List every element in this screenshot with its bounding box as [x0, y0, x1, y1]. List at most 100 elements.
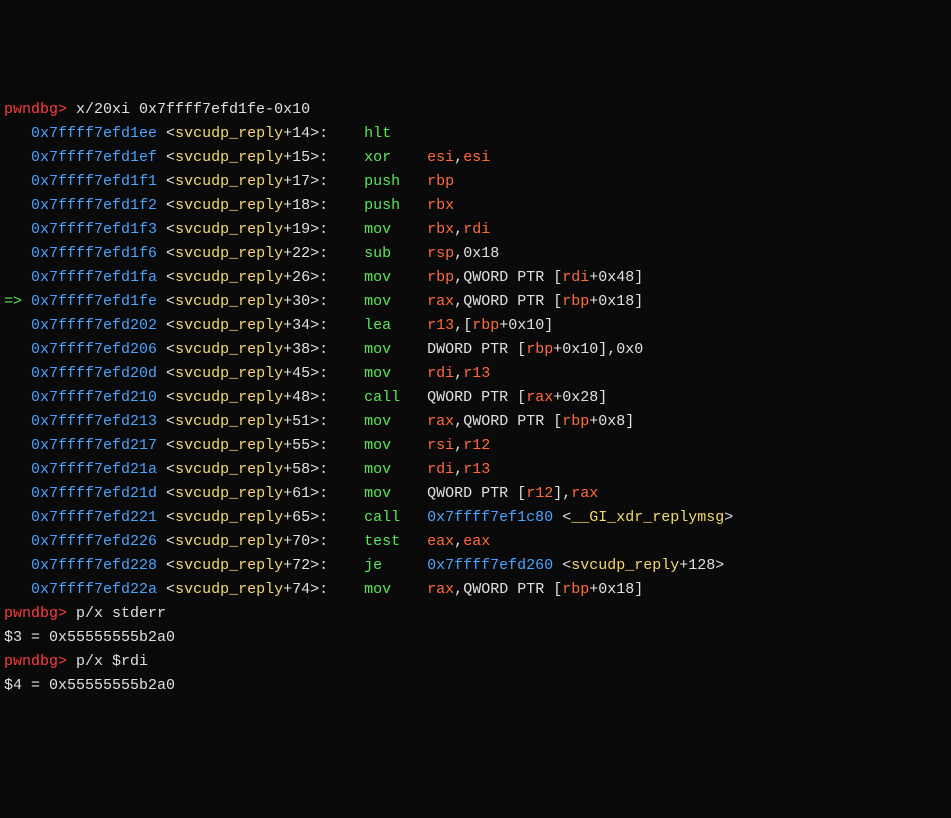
register: rbp	[562, 413, 589, 430]
instruction-address: 0x7ffff7efd21a	[31, 461, 157, 478]
disasm-line: 0x7ffff7efd226 <svcudp_reply+70>: test e…	[4, 530, 947, 554]
register: rsi	[427, 437, 454, 454]
symbol-name: svcudp_reply	[175, 149, 283, 166]
immediate: 0x18	[598, 293, 634, 310]
symbol-offset: 58	[292, 461, 310, 478]
result-value: $4 = 0x55555555b2a0	[4, 677, 175, 694]
mnemonic: call	[364, 389, 427, 406]
register: rbp	[562, 293, 589, 310]
mnemonic: xor	[364, 149, 427, 166]
disasm-line: 0x7ffff7efd21d <svcudp_reply+61>: mov QW…	[4, 482, 947, 506]
instruction-address: 0x7ffff7efd1ee	[31, 125, 157, 142]
instruction-address: 0x7ffff7efd1ef	[31, 149, 157, 166]
prompt: pwndbg>	[4, 101, 67, 118]
mnemonic: mov	[364, 365, 427, 382]
disasm-line: 0x7ffff7efd221 <svcudp_reply+65>: call 0…	[4, 506, 947, 530]
disasm-line: 0x7ffff7efd22a <svcudp_reply+74>: mov ra…	[4, 578, 947, 602]
prompt: pwndbg>	[4, 653, 67, 670]
register: r12	[463, 437, 490, 454]
symbol-name: svcudp_reply	[175, 317, 283, 334]
mnemonic: push	[364, 197, 427, 214]
disasm-line: 0x7ffff7efd210 <svcudp_reply+48>: call Q…	[4, 386, 947, 410]
register: eax	[463, 533, 490, 550]
symbol-name: svcudp_reply	[175, 341, 283, 358]
instruction-address: 0x7ffff7efd22a	[31, 581, 157, 598]
disasm-line: 0x7ffff7efd20d <svcudp_reply+45>: mov rd…	[4, 362, 947, 386]
immediate: 0x10	[562, 341, 598, 358]
register: esi	[427, 149, 454, 166]
instruction-address: 0x7ffff7efd210	[31, 389, 157, 406]
symbol-offset: 19	[292, 221, 310, 238]
symbol-offset: 72	[292, 557, 310, 574]
immediate: 0x48	[598, 269, 634, 286]
mnemonic: mov	[364, 437, 427, 454]
mnemonic: mov	[364, 581, 427, 598]
register: rax	[427, 581, 454, 598]
mnemonic: je	[364, 557, 427, 574]
register: rax	[427, 293, 454, 310]
command-line[interactable]: pwndbg> p/x $rdi	[4, 650, 947, 674]
mnemonic: mov	[364, 293, 427, 310]
symbol-offset: 48	[292, 389, 310, 406]
disasm-line: 0x7ffff7efd213 <svcudp_reply+51>: mov ra…	[4, 410, 947, 434]
prompt: pwndbg>	[4, 605, 67, 622]
symbol-offset: 55	[292, 437, 310, 454]
disasm-line: 0x7ffff7efd1ee <svcudp_reply+14>: hlt	[4, 122, 947, 146]
symbol-name: svcudp_reply	[175, 485, 283, 502]
register: rbp	[427, 269, 454, 286]
disasm-line: 0x7ffff7efd217 <svcudp_reply+55>: mov rs…	[4, 434, 947, 458]
symbol-name: svcudp_reply	[175, 293, 283, 310]
register: rax	[427, 413, 454, 430]
disasm-line: 0x7ffff7efd228 <svcudp_reply+72>: je 0x7…	[4, 554, 947, 578]
symbol-name: svcudp_reply	[175, 365, 283, 382]
symbol-offset: 70	[292, 533, 310, 550]
register: r12	[526, 485, 553, 502]
immediate: 0x0	[616, 341, 643, 358]
symbol-offset: 45	[292, 365, 310, 382]
symbol-offset: 14	[292, 125, 310, 142]
register: rdi	[463, 221, 490, 238]
immediate: 0x18	[598, 581, 634, 598]
mnemonic: mov	[364, 413, 427, 430]
instruction-address: 0x7ffff7efd1f2	[31, 197, 157, 214]
instruction-address: 0x7ffff7efd1f6	[31, 245, 157, 262]
register: r13	[463, 365, 490, 382]
symbol-offset: 30	[292, 293, 310, 310]
mnemonic: mov	[364, 461, 427, 478]
disasm-line: => 0x7ffff7efd1fe <svcudp_reply+30>: mov…	[4, 290, 947, 314]
current-instruction-arrow: =>	[4, 293, 31, 310]
disasm-line: 0x7ffff7efd21a <svcudp_reply+58>: mov rd…	[4, 458, 947, 482]
register: eax	[427, 533, 454, 550]
immediate: 0x28	[562, 389, 598, 406]
symbol-offset: 26	[292, 269, 310, 286]
instruction-address: 0x7ffff7efd213	[31, 413, 157, 430]
disasm-line: 0x7ffff7efd1f2 <svcudp_reply+18>: push r…	[4, 194, 947, 218]
register: rax	[571, 485, 598, 502]
target-symbol: __GI_xdr_replymsg	[571, 509, 724, 526]
symbol-offset: 61	[292, 485, 310, 502]
disasm-line: 0x7ffff7efd1f3 <svcudp_reply+19>: mov rb…	[4, 218, 947, 242]
result-value: $3 = 0x55555555b2a0	[4, 629, 175, 646]
symbol-offset: 17	[292, 173, 310, 190]
register: rbp	[472, 317, 499, 334]
symbol-name: svcudp_reply	[175, 389, 283, 406]
symbol-name: svcudp_reply	[175, 245, 283, 262]
instruction-address: 0x7ffff7efd1f3	[31, 221, 157, 238]
target-address: 0x7ffff7ef1c80	[427, 509, 553, 526]
register: rbp	[526, 341, 553, 358]
disasm-line: 0x7ffff7efd202 <svcudp_reply+34>: lea r1…	[4, 314, 947, 338]
target-address: 0x7ffff7efd260	[427, 557, 553, 574]
symbol-name: svcudp_reply	[175, 269, 283, 286]
instruction-address: 0x7ffff7efd1fa	[31, 269, 157, 286]
command-text: p/x stderr	[76, 605, 166, 622]
register: rax	[526, 389, 553, 406]
mnemonic: hlt	[364, 125, 427, 142]
command-line[interactable]: pwndbg> x/20xi 0x7ffff7efd1fe-0x10	[4, 98, 947, 122]
symbol-name: svcudp_reply	[175, 413, 283, 430]
symbol-name: svcudp_reply	[175, 125, 283, 142]
mnemonic: sub	[364, 245, 427, 262]
mnemonic: lea	[364, 317, 427, 334]
mnemonic: mov	[364, 269, 427, 286]
register: rdi	[427, 461, 454, 478]
symbol-offset: 22	[292, 245, 310, 262]
